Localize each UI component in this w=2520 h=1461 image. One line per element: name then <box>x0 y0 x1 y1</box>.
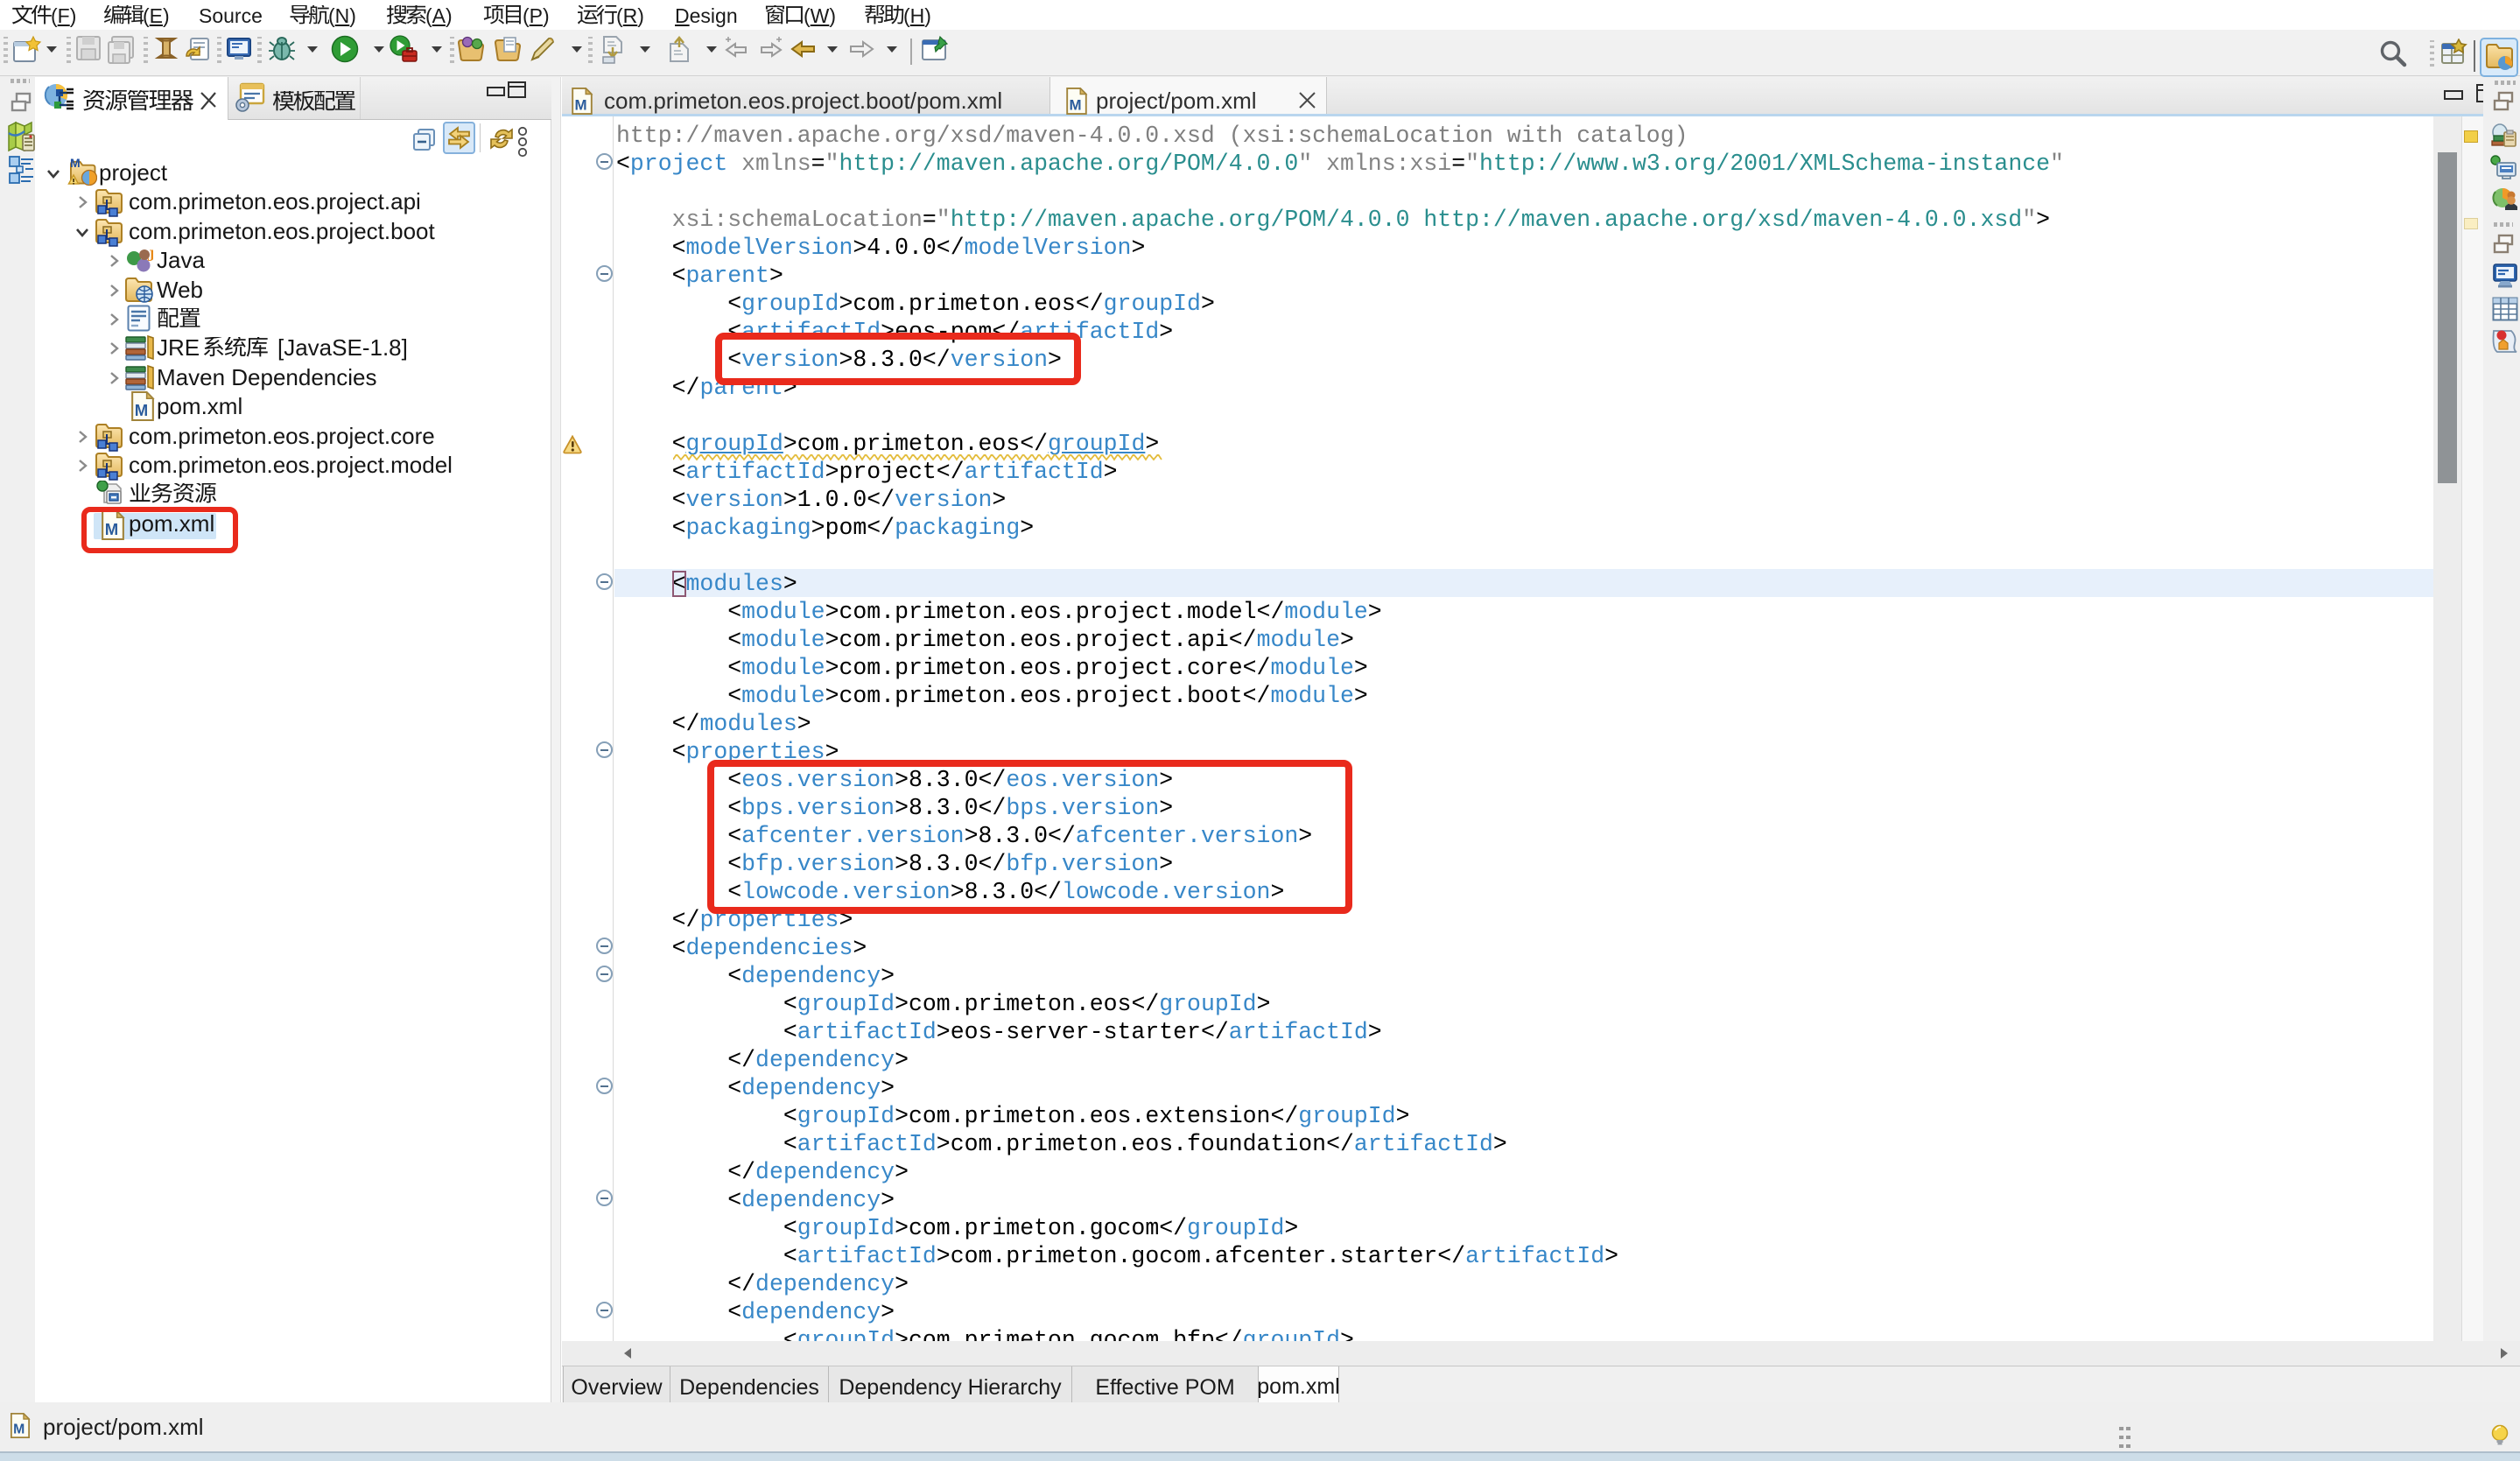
svg-text:M: M <box>70 157 81 170</box>
svg-text:M: M <box>1070 96 1082 113</box>
svg-text:M: M <box>575 96 587 113</box>
svg-text:M: M <box>13 1422 25 1437</box>
svg-text:J: J <box>147 247 153 265</box>
svg-text:M: M <box>135 401 148 419</box>
